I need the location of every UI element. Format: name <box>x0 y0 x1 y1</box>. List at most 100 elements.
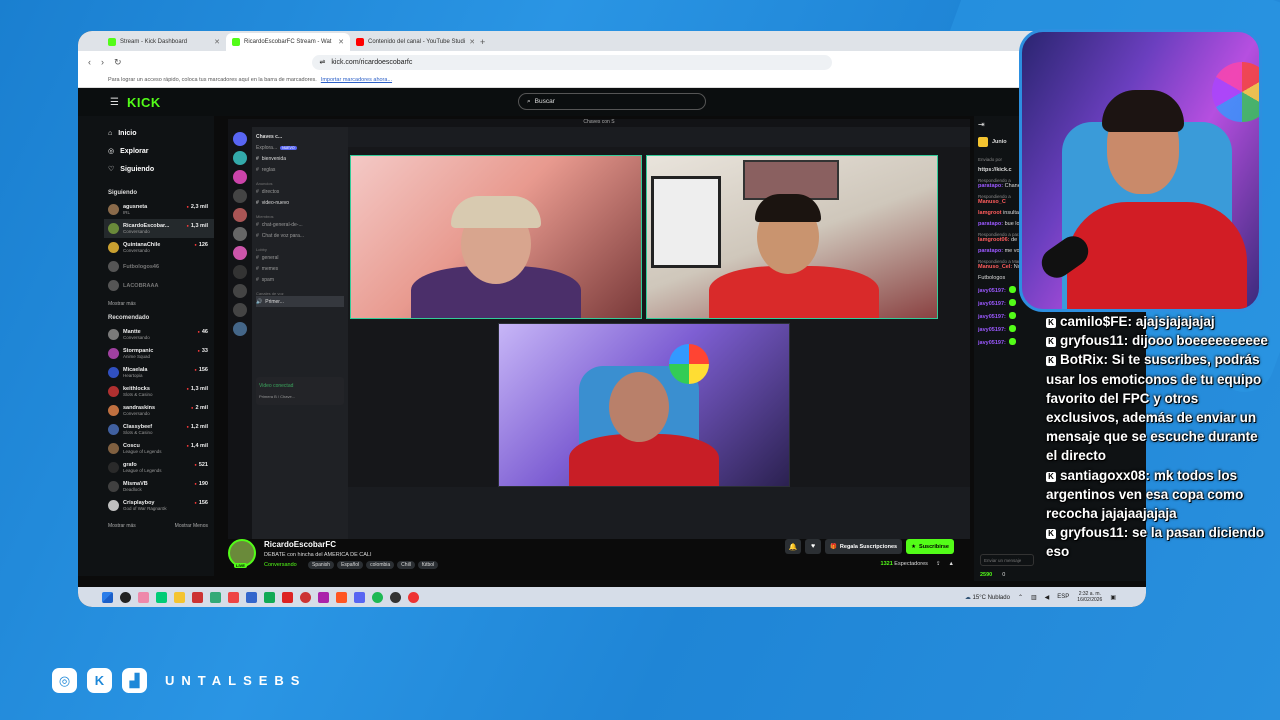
channel-directos[interactable]: # directos <box>256 186 344 197</box>
nav-siguiendo[interactable]: ♡ Siguiendo <box>108 160 214 178</box>
url-input[interactable]: ⇌ kick.com/ricardoescobarfc <box>311 54 832 70</box>
stream-video-player[interactable]: Chaves con S Chaves c... Explora... NUEVO… <box>228 119 970 539</box>
sidebar-channel[interactable]: keithlocksSlots & Casino 1,3 mil <box>108 382 214 401</box>
server-icon[interactable] <box>233 284 247 298</box>
channel-chat-general[interactable]: # chat-general-de-... <box>256 219 344 230</box>
channel-reglas[interactable]: # reglas <box>256 164 344 175</box>
search-icon[interactable] <box>120 591 131 603</box>
notification-icon[interactable]: ▣ <box>1110 594 1116 601</box>
sidebar-channel[interactable]: MismaVBDeadlock 190 <box>108 477 214 496</box>
back-icon[interactable]: ‹ <box>88 57 91 67</box>
show-less-recommended[interactable]: Mostrar Menos <box>175 523 208 529</box>
app-icon[interactable] <box>264 591 275 603</box>
server-icon[interactable] <box>233 322 247 336</box>
spotify-icon[interactable] <box>372 591 383 603</box>
participant-video-2[interactable] <box>646 155 938 319</box>
forward-icon[interactable]: › <box>101 57 104 67</box>
kick-logo[interactable]: KICK <box>127 95 161 110</box>
app-icon[interactable] <box>282 591 293 603</box>
server-icon[interactable] <box>233 189 247 203</box>
tab-stream[interactable]: RicardoEscobarFC Stream - Wat ✕ <box>226 33 350 51</box>
tag[interactable]: Español <box>337 561 364 569</box>
close-icon[interactable]: ✕ <box>338 38 344 46</box>
sidebar-channel[interactable]: ClassybeefSlots & Casino 1,2 mil <box>108 420 214 439</box>
sidebar-channel[interactable]: QuintanaChileConversando 126 <box>108 238 214 257</box>
chrome-icon[interactable] <box>210 591 221 603</box>
volume-icon[interactable]: ◀ <box>1045 594 1050 601</box>
app-icon[interactable] <box>192 591 203 603</box>
chat-username[interactable]: paratapo: <box>978 221 1003 227</box>
participant-video-3[interactable] <box>498 323 790 487</box>
search-input[interactable]: ⌕ Buscar <box>518 93 706 110</box>
language-indicator[interactable]: ESP <box>1057 594 1069 600</box>
sidebar-channel[interactable]: sandraskinsConversando 2 mil <box>108 401 214 420</box>
server-icon[interactable] <box>233 170 247 184</box>
close-icon[interactable]: ✕ <box>214 38 220 46</box>
tray-up-icon[interactable]: ⌃ <box>1018 594 1023 601</box>
sidebar-channel[interactable]: CrisplayboyGod of War Ragnarök 156 <box>108 496 214 515</box>
server-icon[interactable] <box>233 151 247 165</box>
channel-bienvenida[interactable]: # bienvenida <box>256 153 344 164</box>
show-more-recommended[interactable]: Mostrar más <box>108 523 136 529</box>
chat-username[interactable]: javy05197: <box>978 314 1006 320</box>
server-icon[interactable] <box>233 265 247 279</box>
channel-general[interactable]: # general <box>256 252 344 263</box>
network-icon[interactable]: ▥ <box>1031 594 1037 601</box>
weather[interactable]: ☁ 15°C Nublado <box>965 594 1010 601</box>
site-info-icon[interactable]: ⇌ <box>320 58 326 66</box>
show-more-following[interactable]: Mostrar más <box>108 301 214 307</box>
windows-start-icon[interactable] <box>102 591 113 603</box>
chat-username[interactable]: Manuso_C <box>978 199 1006 205</box>
follow-heart-button[interactable]: ♥ <box>805 539 822 554</box>
participant-video-1[interactable] <box>350 155 642 319</box>
app-icon[interactable] <box>246 591 257 603</box>
chat-username[interactable]: javy05197: <box>978 301 1006 307</box>
sidebar-channel[interactable]: RicardoEscobar...Conversando 1,3 mil <box>104 219 214 238</box>
chat-username[interactable]: lamgroot06: <box>978 237 1009 243</box>
app-icon[interactable] <box>318 591 329 603</box>
share-icon[interactable]: ⇪ <box>936 561 941 567</box>
app-icon[interactable] <box>300 591 311 603</box>
file-explorer-icon[interactable] <box>174 591 185 603</box>
channel-memes[interactable]: # memes <box>256 263 344 274</box>
voice-channel[interactable]: 🔊 Primer... <box>256 296 344 307</box>
import-bookmarks-link[interactable]: Importar marcadores ahora... <box>321 77 392 83</box>
sidebar-channel[interactable]: CoscuLeague of Legends 1,4 mil <box>108 439 214 458</box>
chat-username[interactable]: paratapo: <box>978 248 1003 254</box>
server-icon[interactable] <box>233 303 247 317</box>
discord-home-icon[interactable] <box>233 132 247 146</box>
tab-kick-dashboard[interactable]: Stream - Kick Dashboard ✕ <box>102 33 226 51</box>
chat-input[interactable]: Enviar un mensaje <box>980 554 1034 566</box>
channel-chat-voz[interactable]: # Chat de voz para... <box>256 230 344 241</box>
nav-inicio[interactable]: ⌂ Inicio <box>108 124 214 142</box>
sidebar-channel[interactable]: Futbologos46 <box>108 257 214 276</box>
chat-username[interactable]: javy05197: <box>978 340 1006 346</box>
chat-username[interactable]: paratapo: <box>978 183 1003 189</box>
edge-icon[interactable] <box>156 591 167 603</box>
sidebar-channel[interactable]: grafoLeague of Legends 521 <box>108 458 214 477</box>
notification-bell-button[interactable]: 🔔 <box>785 539 802 554</box>
reload-icon[interactable]: ↻ <box>114 57 122 68</box>
subscribe-button[interactable]: ★ Suscribirse <box>906 539 954 554</box>
tag[interactable]: Chill <box>397 561 415 569</box>
copilot-icon[interactable] <box>138 591 149 603</box>
new-tab-button[interactable]: + <box>474 33 491 51</box>
nav-explorar[interactable]: ◎ Explorar <box>108 142 214 160</box>
tag[interactable]: Spanish <box>308 561 335 569</box>
server-icon[interactable] <box>233 227 247 241</box>
tag[interactable]: fútbol <box>417 561 439 569</box>
chat-username[interactable]: javy05197: <box>978 327 1006 333</box>
menu-icon[interactable]: ☰ <box>110 97 119 108</box>
sidebar-channel[interactable]: MicaelalaHeartopia 156 <box>108 363 214 382</box>
obs-icon[interactable] <box>390 591 401 603</box>
discord-server-name[interactable]: Chaves c... <box>256 131 344 142</box>
chat-username[interactable]: lamgroot <box>978 210 1002 216</box>
brave-icon[interactable] <box>336 591 347 603</box>
discord-icon[interactable] <box>354 591 365 603</box>
channel-spam[interactable]: # spam <box>256 274 344 285</box>
channel-video-nuevo[interactable]: # video-nuevo <box>256 197 344 208</box>
sidebar-channel[interactable]: LACOBRAAA <box>108 276 214 295</box>
chat-username[interactable]: Manuso_Cel: <box>978 264 1012 270</box>
server-icon[interactable] <box>233 246 247 260</box>
stream-category[interactable]: Conversando <box>264 562 297 568</box>
